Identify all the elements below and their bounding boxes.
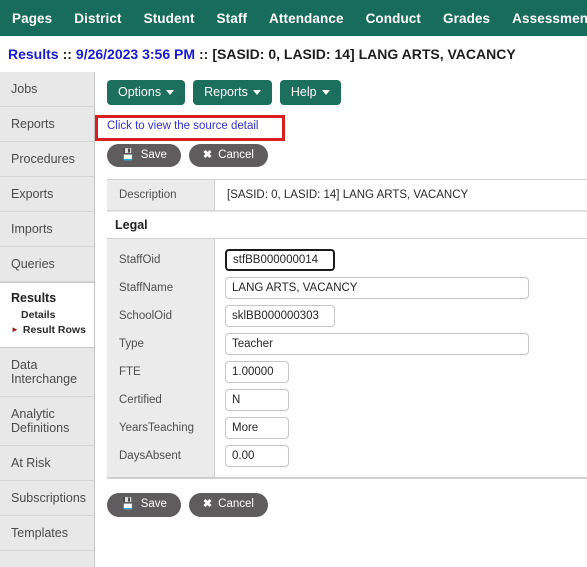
save-button-bottom[interactable]: 💾 Save	[107, 493, 181, 517]
sidebar-subitem-result-rows[interactable]: ► Result Rows	[11, 324, 94, 336]
save-button-top[interactable]: 💾 Save	[107, 143, 181, 167]
help-menu-button[interactable]: Help	[279, 80, 341, 105]
sidebar-item-jobs[interactable]: Jobs	[0, 72, 94, 107]
sidebar: Jobs Reports Procedures Exports Imports …	[0, 72, 95, 567]
page-title-separator-1: ::	[62, 46, 72, 62]
description-row: Description [SASID: 0, LASID: 14] LANG A…	[107, 180, 587, 211]
source-detail-link-region: Click to view the source detail	[95, 114, 587, 141]
field-label-fte: FTE	[119, 366, 141, 378]
description-label: Description	[107, 180, 215, 210]
field-row-certified	[225, 386, 587, 414]
nav-item-grades[interactable]: Grades	[443, 11, 490, 26]
sidebar-item-queries[interactable]: Queries	[0, 247, 94, 282]
page-title-timestamp: 9/26/2023 3:56 PM	[75, 46, 195, 62]
field-row-fte	[225, 358, 587, 386]
close-x-icon: ✖	[202, 498, 213, 511]
fields-label-column: StaffOid StaffName SchoolOid Type FTE Ce…	[107, 239, 215, 477]
detail-panel: Description [SASID: 0, LASID: 14] LANG A…	[107, 179, 587, 479]
content-toolbar: Options Reports Help	[107, 80, 587, 105]
field-label-yearsteaching: YearsTeaching	[119, 422, 195, 434]
help-menu-label: Help	[290, 85, 317, 99]
top-action-buttons: 💾 Save ✖ Cancel	[107, 143, 587, 167]
fte-input[interactable]	[225, 361, 289, 383]
page-title: Results :: 9/26/2023 3:56 PM :: [SASID: …	[0, 36, 587, 72]
nav-item-student[interactable]: Student	[144, 11, 195, 26]
tab-legal[interactable]: Legal	[107, 211, 587, 239]
certified-input[interactable]	[225, 389, 289, 411]
field-label-daysabsent: DaysAbsent	[119, 450, 182, 462]
sidebar-item-exports[interactable]: Exports	[0, 177, 94, 212]
page-title-prefix: Results	[8, 46, 59, 62]
staffname-input[interactable]	[225, 277, 529, 299]
floppy-disk-icon: 💾	[121, 148, 135, 161]
nav-item-staff[interactable]: Staff	[217, 11, 248, 26]
source-detail-link[interactable]: Click to view the source detail	[107, 120, 258, 132]
options-menu-label: Options	[118, 85, 162, 99]
top-navigation-bar: Pages District Student Staff Attendance …	[0, 0, 587, 36]
field-row-yearsteaching	[225, 414, 587, 442]
cancel-button-top-label: Cancel	[218, 148, 254, 161]
staffoid-input[interactable]	[225, 249, 335, 271]
reports-menu-button[interactable]: Reports	[193, 80, 272, 105]
chevron-down-icon	[321, 89, 330, 95]
nav-item-conduct[interactable]: Conduct	[366, 11, 421, 26]
sidebar-subitem-details[interactable]: Details	[11, 309, 94, 321]
sidebar-group-results: Results Details ► Result Rows	[0, 282, 94, 348]
field-label-type: Type	[119, 338, 144, 350]
cancel-button-bottom[interactable]: ✖ Cancel	[188, 493, 268, 517]
triangle-right-icon: ►	[11, 325, 19, 334]
sidebar-item-procedures[interactable]: Procedures	[0, 142, 94, 177]
page-title-separator-2: ::	[199, 46, 209, 62]
field-row-staffoid	[225, 246, 587, 274]
chevron-down-icon	[252, 89, 261, 95]
nav-item-pages[interactable]: Pages	[12, 11, 52, 26]
page-title-subject: [SASID: 0, LASID: 14] LANG ARTS, VACANCY	[212, 46, 516, 62]
field-label-staffoid: StaffOid	[119, 254, 161, 266]
sidebar-subitem-result-rows-label: Result Rows	[22, 324, 86, 336]
cancel-button-top[interactable]: ✖ Cancel	[188, 143, 268, 167]
fields-table: StaffOid StaffName SchoolOid Type FTE Ce…	[107, 239, 587, 478]
options-menu-button[interactable]: Options	[107, 80, 186, 105]
chevron-down-icon	[166, 89, 175, 95]
field-label-staffname: StaffName	[119, 282, 174, 294]
field-row-staffname	[225, 274, 587, 302]
reports-menu-label: Reports	[204, 85, 248, 99]
yearsteaching-input[interactable]	[225, 417, 289, 439]
sidebar-group-title-results[interactable]: Results	[11, 291, 94, 305]
sidebar-item-subscriptions[interactable]: Subscriptions	[0, 481, 94, 516]
description-value: [SASID: 0, LASID: 14] LANG ARTS, VACANCY	[215, 180, 587, 210]
field-label-schooloid: SchoolOid	[119, 310, 173, 322]
field-label-certified: Certified	[119, 394, 162, 406]
field-row-schooloid	[225, 302, 587, 330]
sidebar-item-templates[interactable]: Templates	[0, 516, 94, 551]
field-row-daysabsent	[225, 442, 587, 470]
sidebar-item-analytic-definitions[interactable]: Analytic Definitions	[0, 397, 94, 446]
schooloid-input[interactable]	[225, 305, 335, 327]
field-row-type	[225, 330, 587, 358]
sidebar-item-imports[interactable]: Imports	[0, 212, 94, 247]
cancel-button-bottom-label: Cancel	[218, 498, 254, 510]
fields-input-column	[215, 239, 587, 477]
close-x-icon: ✖	[202, 148, 213, 161]
nav-item-attendance[interactable]: Attendance	[269, 11, 344, 26]
type-input[interactable]	[225, 333, 529, 355]
floppy-disk-icon: 💾	[121, 498, 135, 511]
page-body: Jobs Reports Procedures Exports Imports …	[0, 72, 587, 567]
bottom-action-buttons: 💾 Save ✖ Cancel	[107, 493, 587, 517]
sidebar-item-reports[interactable]: Reports	[0, 107, 94, 142]
daysabsent-input[interactable]	[225, 445, 289, 467]
sidebar-item-data-interchange[interactable]: Data Interchange	[0, 348, 94, 397]
save-button-top-label: Save	[140, 148, 167, 161]
save-button-bottom-label: Save	[140, 498, 167, 510]
nav-item-assessment[interactable]: Assessment	[512, 11, 587, 26]
sidebar-item-at-risk[interactable]: At Risk	[0, 446, 94, 481]
nav-item-district[interactable]: District	[74, 11, 121, 26]
content-area: Options Reports Help Click to view the s…	[95, 72, 587, 567]
